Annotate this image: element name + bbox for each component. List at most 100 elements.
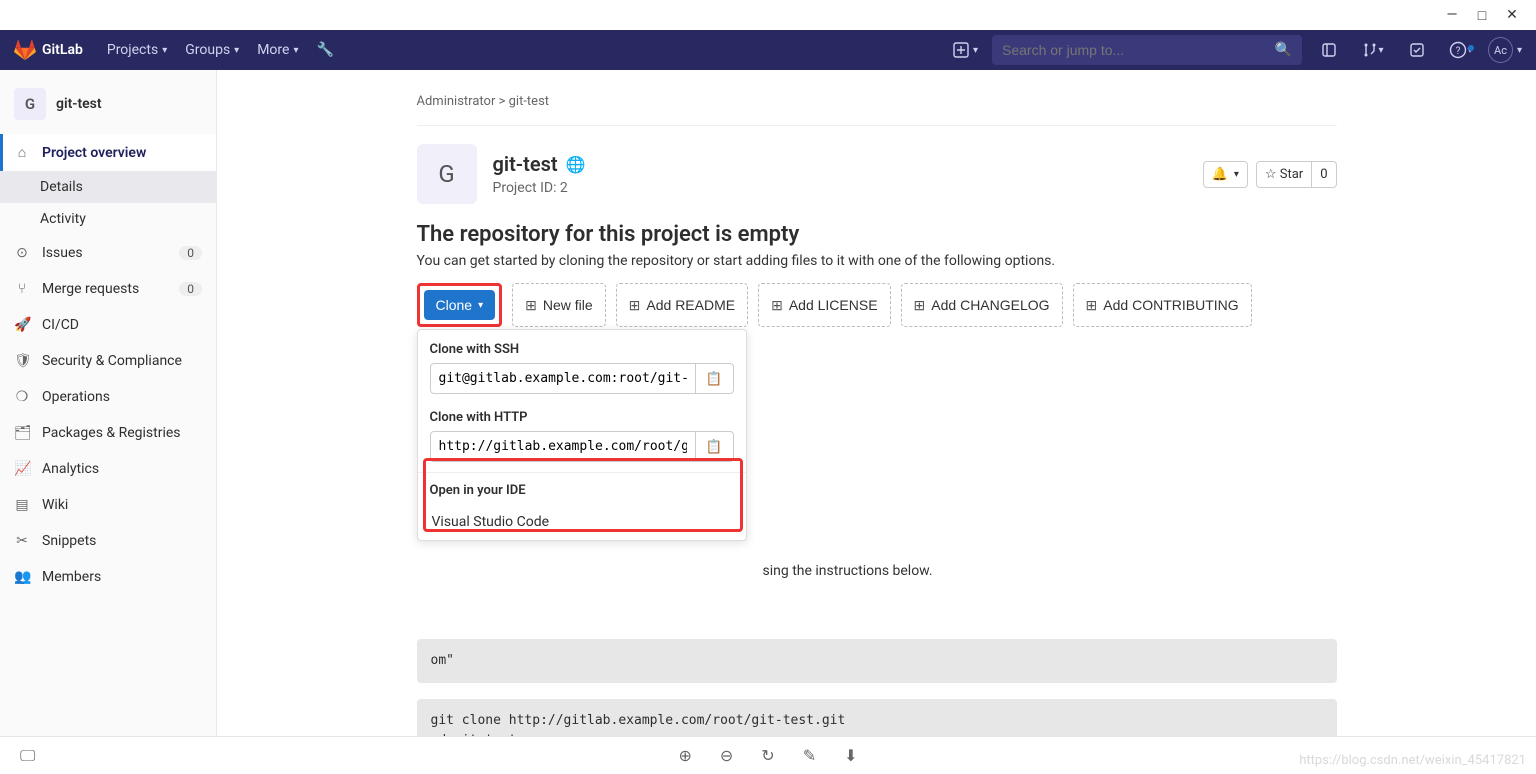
sidebar-item-security[interactable]: 🛡 Security & Compliance	[0, 343, 216, 379]
add-license-button[interactable]: ⊞Add LICENSE	[758, 283, 890, 327]
add-readme-button[interactable]: ⊞Add README	[616, 283, 748, 327]
download-icon[interactable]: ⬇	[844, 746, 857, 765]
clone-button[interactable]: Clone ▾	[424, 290, 496, 320]
admin-wrench-icon[interactable]: 🔧	[316, 42, 333, 58]
operations-icon: ❍	[14, 389, 30, 405]
shield-icon: 🛡	[14, 353, 30, 369]
sidebar-badge: 0	[179, 246, 202, 260]
plus-square-icon: ⊞	[525, 297, 537, 314]
sidebar-item-issues[interactable]: ⊙ Issues 0	[0, 235, 216, 271]
sidebar-item-analytics[interactable]: 📈 Analytics	[0, 451, 216, 487]
bell-icon: 🔔	[1212, 167, 1228, 182]
scissors-icon: ✂	[14, 533, 30, 549]
nav-more[interactable]: More▾	[257, 42, 298, 58]
clone-ssh-label: Clone with SSH	[430, 342, 734, 357]
chevron-down-icon: ▾	[478, 300, 483, 311]
sidebar-project-header[interactable]: G git-test	[0, 80, 216, 134]
plus-square-icon: ⊞	[771, 297, 783, 314]
gitlab-logo[interactable]: GitLab	[14, 39, 83, 61]
ide-vscode[interactable]: Visual Studio Code	[430, 508, 734, 536]
home-icon: ⌂	[14, 144, 30, 161]
empty-state-subtext: You can get started by cloning the repos…	[417, 253, 1337, 269]
chevron-down-icon: ▾	[234, 45, 239, 56]
nav-projects[interactable]: Projects▾	[107, 42, 167, 58]
project-id: Project ID: 2	[493, 180, 586, 196]
todos-icon[interactable]	[1400, 42, 1434, 58]
sidebar-item-label: Project overview	[42, 145, 146, 161]
sidebar-item-label: Members	[42, 569, 101, 585]
merge-requests-shortcut-icon[interactable]: ▾	[1356, 42, 1390, 58]
clone-http-input[interactable]	[430, 431, 696, 462]
page-title: git-test	[493, 152, 558, 176]
chevron-down-icon: ▾	[1234, 169, 1239, 180]
sidebar-item-label: Wiki	[42, 497, 68, 513]
window-split-icon[interactable]: 🖵	[20, 746, 35, 766]
nav-groups[interactable]: Groups▾	[185, 42, 239, 58]
star-button[interactable]: ☆ Star	[1256, 161, 1312, 188]
breadcrumb: Administrator > git-test	[417, 88, 1337, 126]
new-file-button[interactable]: ⊞New file	[512, 283, 606, 327]
sidebar-item-operations[interactable]: ❍ Operations	[0, 379, 216, 415]
clone-ssh-input[interactable]	[430, 363, 696, 394]
sidebar-item-merge-requests[interactable]: ⑂ Merge requests 0	[0, 271, 216, 307]
sidebar-item-overview[interactable]: ⌂ Project overview	[0, 134, 216, 171]
clipboard-icon: 📋	[706, 439, 723, 455]
window-maximize[interactable]: □	[1476, 7, 1488, 24]
new-menu[interactable]: ▾	[949, 38, 982, 62]
help-icon[interactable]: ? ▾	[1444, 41, 1478, 59]
package-icon: 🗂	[14, 425, 30, 441]
issues-shortcut-icon[interactable]	[1312, 42, 1346, 58]
window-close[interactable]: ✕	[1506, 7, 1518, 23]
clone-http-label: Clone with HTTP	[430, 410, 734, 425]
copy-http-button[interactable]: 📋	[696, 431, 734, 462]
sidebar-item-label: Packages & Registries	[42, 425, 181, 441]
sidebar-item-packages[interactable]: 🗂 Packages & Registries	[0, 415, 216, 451]
zoom-in-icon[interactable]: ⊕	[678, 746, 691, 765]
sidebar-item-cicd[interactable]: 🚀 CI/CD	[0, 307, 216, 343]
edit-icon[interactable]: ✎	[803, 746, 816, 765]
zoom-out-icon[interactable]: ⊖	[720, 746, 733, 765]
plus-square-icon	[953, 42, 969, 58]
notifications-button[interactable]: 🔔 ▾	[1203, 161, 1248, 188]
instructions-fragment: sing the instructions below.	[763, 563, 933, 579]
visibility-public-icon: 🌐	[566, 155, 586, 174]
clipboard-icon: 📋	[706, 371, 723, 387]
copy-ssh-button[interactable]: 📋	[696, 363, 734, 394]
chevron-down-icon: ▾	[1517, 45, 1522, 56]
sidebar-item-label: Merge requests	[42, 281, 139, 297]
issues-icon: ⊙	[14, 245, 30, 261]
search-input[interactable]	[1002, 42, 1275, 58]
sidebar-item-label: Issues	[42, 245, 83, 261]
project-avatar-large: G	[417, 144, 477, 204]
search-icon: 🔍	[1275, 42, 1292, 58]
breadcrumb-owner[interactable]: Administrator	[417, 94, 496, 109]
open-in-ide-label: Open in your IDE	[430, 483, 734, 498]
window-minimize[interactable]: —	[1446, 7, 1458, 23]
sidebar-badge: 0	[179, 282, 202, 296]
watermark: https://blog.csdn.net/weixin_45417821	[1299, 753, 1526, 768]
gitlab-icon	[14, 39, 36, 61]
topnav: GitLab Projects▾ Groups▾ More▾ 🔧 ▾ 🔍 ▾ ?…	[0, 30, 1536, 70]
plus-square-icon: ⊞	[629, 297, 641, 314]
user-menu[interactable]: Ac ▾	[1488, 37, 1522, 63]
add-contributing-button[interactable]: ⊞Add CONTRIBUTING	[1073, 283, 1252, 327]
sidebar-item-snippets[interactable]: ✂ Snippets	[0, 523, 216, 559]
sidebar-item-details[interactable]: Details	[0, 171, 216, 203]
book-icon: ▤	[14, 497, 30, 513]
sidebar-project-name: git-test	[56, 96, 102, 112]
global-search[interactable]: 🔍	[992, 35, 1302, 65]
sidebar-item-label: Operations	[42, 389, 110, 405]
code-block-clone: git clone http://gitlab.example.com/root…	[417, 699, 1337, 736]
sidebar-item-label: Details	[40, 179, 83, 195]
add-changelog-button[interactable]: ⊞Add CHANGELOG	[901, 283, 1063, 327]
breadcrumb-project[interactable]: git-test	[509, 94, 549, 109]
plus-square-icon: ⊞	[1086, 297, 1098, 314]
refresh-icon[interactable]: ↻	[761, 746, 774, 765]
sidebar-item-activity[interactable]: Activity	[0, 203, 216, 235]
sidebar-item-label: Analytics	[42, 461, 99, 477]
rocket-icon: 🚀	[14, 317, 30, 333]
sidebar-item-wiki[interactable]: ▤ Wiki	[0, 487, 216, 523]
empty-state-heading: The repository for this project is empty	[417, 222, 1337, 247]
sidebar-item-members[interactable]: 👥 Members	[0, 559, 216, 595]
clone-dropdown: Clone with SSH 📋 Clone with HTTP 📋	[417, 329, 747, 541]
